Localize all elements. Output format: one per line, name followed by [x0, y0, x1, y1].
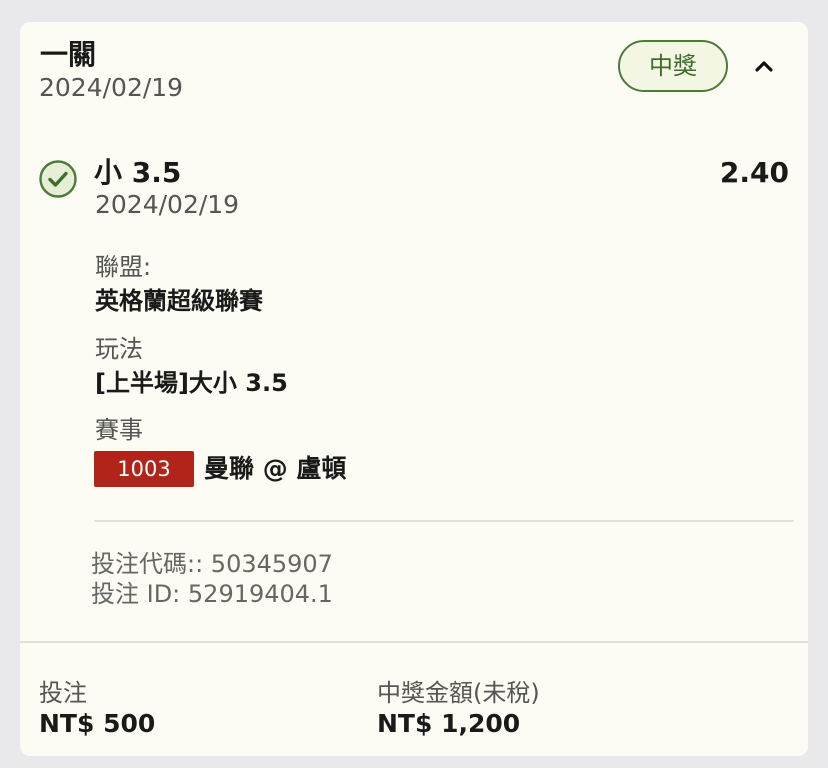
- match-name: 曼聯 @ 盧頓: [204, 454, 347, 483]
- selection-pick: 小 3.5: [94, 156, 182, 189]
- stake-value: NT$ 500: [39, 709, 156, 738]
- league-label: 聯盟:: [95, 253, 152, 281]
- play-label: 玩法: [95, 335, 143, 363]
- stake-label: 投注: [39, 679, 87, 707]
- event-label: 賽事: [95, 416, 143, 444]
- play-value: [上半場]大小 3.5: [95, 369, 288, 397]
- bet-id: 投注 ID: 52919404.1: [91, 580, 333, 608]
- bet-date: 2024/02/19: [39, 73, 184, 102]
- divider: [94, 520, 794, 522]
- collapse-button[interactable]: [748, 50, 780, 82]
- divider: [20, 641, 808, 643]
- payout-value: NT$ 1,200: [377, 709, 521, 738]
- chevron-up-icon: [755, 61, 773, 72]
- selection-date: 2024/02/19: [95, 190, 240, 219]
- league-value: 英格蘭超級聯賽: [95, 287, 263, 315]
- status-badge: 中獎: [618, 40, 728, 92]
- check-circle-icon: [38, 159, 78, 199]
- bet-code: 投注代碼:: 50345907: [91, 550, 333, 578]
- bet-card: 一關 2024/02/19 中獎 小 3.5 2.40 2024/02/19 聯…: [20, 22, 808, 756]
- payout-label: 中獎金額(未稅): [377, 679, 540, 707]
- bet-type-title: 一關: [40, 38, 97, 71]
- match-code-badge: 1003: [94, 451, 194, 487]
- selection-odds: 2.40: [719, 156, 789, 189]
